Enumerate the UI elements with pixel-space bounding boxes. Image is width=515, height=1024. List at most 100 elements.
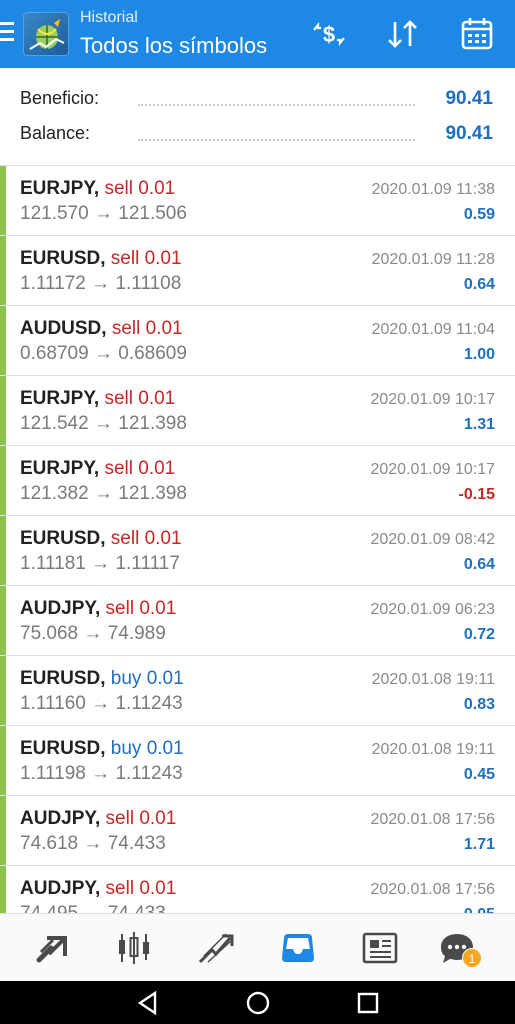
trade-profit: 0.64 <box>463 556 495 573</box>
news-icon[interactable] <box>355 924 405 972</box>
position-indicator-bar <box>0 306 6 375</box>
trade-row[interactable]: AUDJPY, sell 0.01 75.068 → 74.989 2020.01.… <box>0 586 515 656</box>
dotted-leader <box>138 139 415 141</box>
trade-icon[interactable] <box>191 924 241 972</box>
close-price: 74.989 <box>107 623 166 644</box>
trade-row[interactable]: AUDUSD, sell 0.01 0.68709 → 0.68609 2020.0… <box>0 306 515 376</box>
trade-row[interactable]: EURJPY, sell 0.01 121.382 → 121.398 2020.0… <box>0 446 515 516</box>
menu-icon[interactable] <box>0 22 14 44</box>
price-range: 121.570 → 121.506 <box>20 203 187 225</box>
trade-row[interactable]: EURJPY, sell 0.01 121.542 → 121.398 2020.0… <box>0 376 515 446</box>
page-title[interactable]: Todos los símbolos <box>80 33 267 59</box>
order-type: sell 0.01 <box>110 528 182 549</box>
svg-text:$: $ <box>323 22 335 47</box>
trade-row[interactable]: AUDJPY, sell 0.01 74.618 → 74.433 2020.01.… <box>0 796 515 866</box>
open-price: 1.11198 <box>20 763 86 784</box>
open-price: 121.542 <box>20 413 89 434</box>
position-indicator-bar <box>0 376 6 445</box>
trade-time: 2020.01.08 17:56 <box>370 881 495 898</box>
close-price: 1.11243 <box>115 693 183 714</box>
close-price: 121.506 <box>118 203 187 224</box>
trade-row[interactable]: EURUSD, buy 0.01 1.11160 → 1.11243 2020.01… <box>0 656 515 726</box>
trade-row[interactable]: EURUSD, sell 0.01 1.11181 → 1.11117 2020.0… <box>0 516 515 586</box>
arrow: → <box>93 203 113 224</box>
position-indicator-bar <box>0 586 6 655</box>
price-range: 1.11160 → 1.11243 <box>20 693 183 715</box>
order-type: sell 0.01 <box>105 878 177 899</box>
trade-symbol-line: EURJPY, sell 0.01 <box>20 388 175 410</box>
trade-profit: 1.31 <box>463 416 495 433</box>
trade-profit: 0.05 <box>464 906 495 913</box>
trade-profit: 0.83 <box>463 696 495 713</box>
symbol-name: EURUSD, <box>20 668 106 689</box>
close-price: 0.68609 <box>118 343 187 364</box>
arrow: → <box>91 763 111 784</box>
profit-row: Beneficio: 90.41 <box>20 88 493 112</box>
position-indicator-bar <box>0 726 6 795</box>
messages-icon[interactable]: 1 <box>432 924 482 972</box>
trade-symbol-line: EURUSD, sell 0.01 <box>20 248 182 270</box>
position-indicator-bar <box>0 516 6 585</box>
trade-time: 2020.01.08 19:11 <box>371 671 495 688</box>
trade-row[interactable]: EURUSD, buy 0.01 1.11198 → 1.11243 2020.01… <box>0 726 515 796</box>
trade-row[interactable]: EURJPY, sell 0.01 121.570 → 121.506 2020.0… <box>0 166 515 236</box>
symbol-name: AUDJPY, <box>20 808 101 829</box>
arrow: → <box>93 343 113 364</box>
open-price: 75.068 <box>20 623 79 644</box>
sort-icon[interactable] <box>383 14 423 54</box>
profit-label: Beneficio: <box>20 88 100 108</box>
open-price: 121.570 <box>20 203 89 224</box>
currency-exchange-icon[interactable]: $ <box>309 14 349 54</box>
trade-time: 2020.01.09 06:23 <box>370 601 495 618</box>
arrow: → <box>91 273 111 294</box>
order-type: sell 0.01 <box>110 248 182 269</box>
arrow: → <box>83 623 103 644</box>
close-price: 121.398 <box>118 413 187 434</box>
arrow: → <box>91 553 111 574</box>
trade-profit: 0.64 <box>463 276 495 293</box>
home-icon[interactable] <box>243 989 273 1017</box>
order-type: sell 0.01 <box>104 388 176 409</box>
trade-symbol-line: EURUSD, buy 0.01 <box>20 738 184 760</box>
quotes-icon[interactable] <box>28 924 78 972</box>
history-inbox-icon[interactable] <box>273 924 323 972</box>
calendar-icon[interactable] <box>457 14 497 54</box>
price-range: 74.495 → 74.433 <box>20 903 166 913</box>
open-price: 1.11181 <box>20 553 86 574</box>
close-price: 74.433 <box>108 903 166 913</box>
chart-icon[interactable] <box>109 924 159 972</box>
price-range: 0.68709 → 0.68609 <box>20 343 187 365</box>
notification-badge: 1 <box>462 948 482 968</box>
order-type: sell 0.01 <box>105 598 177 619</box>
order-type: buy 0.01 <box>110 738 184 759</box>
trade-profit: -0.15 <box>458 486 495 503</box>
trade-row[interactable]: AUDJPY, sell 0.01 74.495 → 74.433 2020.01.… <box>0 866 515 913</box>
position-indicator-bar <box>0 166 6 235</box>
symbol-name: EURJPY, <box>20 458 100 479</box>
trade-time: 2020.01.09 11:38 <box>371 181 495 198</box>
price-range: 1.11198 → 1.11243 <box>20 763 183 785</box>
arrow: → <box>83 833 103 854</box>
price-range: 75.068 → 74.989 <box>20 623 166 645</box>
price-range: 121.382 → 121.398 <box>20 483 187 505</box>
trade-history-list[interactable]: EURJPY, sell 0.01 121.570 → 121.506 2020.0… <box>0 166 515 913</box>
arrow: → <box>83 903 102 913</box>
trade-time: 2020.01.08 19:11 <box>371 741 495 758</box>
trade-symbol-line: EURUSD, buy 0.01 <box>20 668 184 690</box>
bottom-navigation: 1 <box>0 913 515 981</box>
position-indicator-bar <box>0 236 6 305</box>
trade-symbol-line: AUDUSD, sell 0.01 <box>20 318 183 340</box>
close-price: 74.433 <box>107 833 166 854</box>
trade-row[interactable]: EURUSD, sell 0.01 1.11172 → 1.11108 2020.0… <box>0 236 515 306</box>
trade-profit: 0.45 <box>463 766 495 783</box>
trade-symbol-line: AUDJPY, sell 0.01 <box>20 808 176 830</box>
open-price: 121.382 <box>20 483 89 504</box>
open-price: 74.618 <box>20 833 79 854</box>
order-type: sell 0.01 <box>104 458 176 479</box>
back-icon[interactable] <box>132 989 162 1017</box>
order-type: sell 0.01 <box>111 318 183 339</box>
symbol-name: EURUSD, <box>20 248 106 269</box>
app-logo-icon[interactable] <box>23 12 69 56</box>
close-price: 1.11243 <box>115 763 183 784</box>
recents-icon[interactable] <box>353 989 383 1017</box>
